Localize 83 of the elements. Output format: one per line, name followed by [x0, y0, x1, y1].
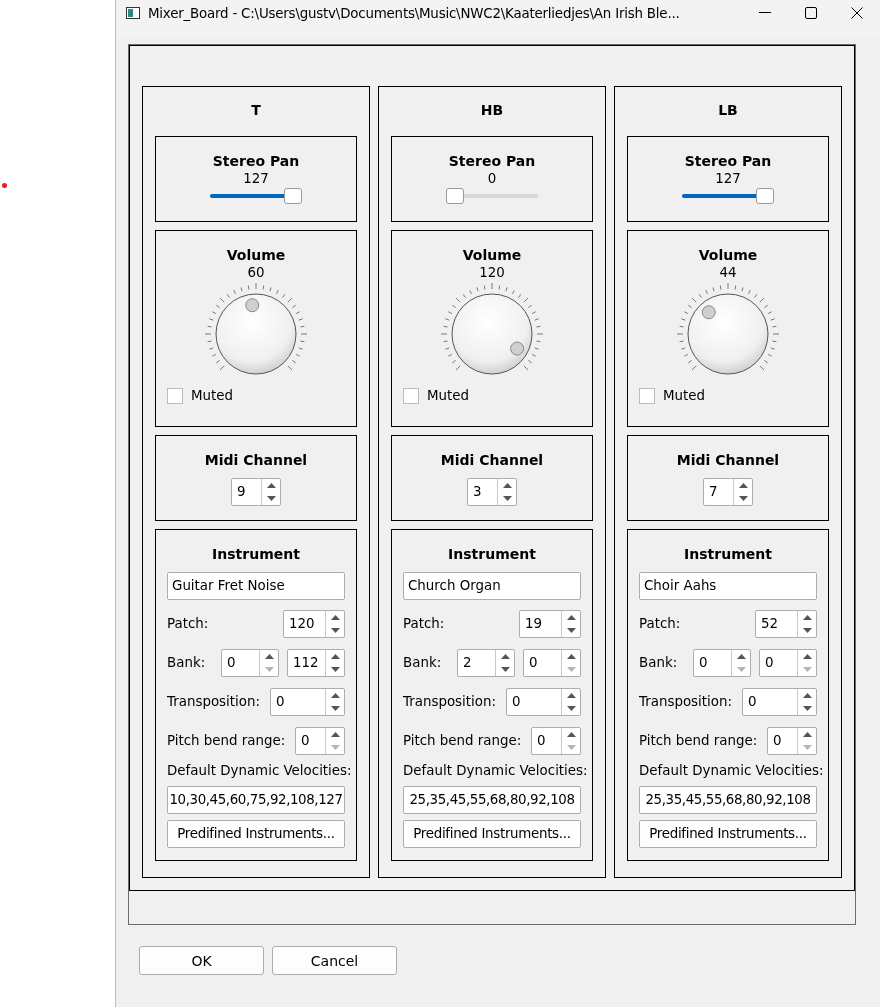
instrument-field[interactable]: Church Organ: [403, 571, 581, 600]
pan-value: 0: [487, 171, 497, 186]
group-heading: Volume: [226, 246, 286, 263]
field-label: Default Dynamic Velocities:: [403, 762, 588, 778]
spin-box[interactable]: 0: [270, 687, 345, 716]
spin-box[interactable]: 120: [283, 609, 345, 638]
spin-box[interactable]: 0: [531, 726, 581, 755]
pan-slider[interactable]: [682, 188, 774, 204]
muted-label: Muted: [663, 388, 706, 404]
pan-slider[interactable]: [210, 188, 302, 204]
spin-box[interactable]: 0: [506, 687, 581, 716]
group-heading: Volume: [698, 246, 758, 263]
field-label: Patch:: [639, 616, 681, 632]
window-title: Mixer_Board - C:\Users\gustv\Documents\Music\NWC2\Kaaterliedjes\An Irish Ble...: [148, 5, 681, 21]
spin-box[interactable]: 0: [295, 726, 345, 755]
cursor-dot: [2, 183, 7, 188]
field-label: Bank:: [403, 655, 442, 671]
spin-box[interactable]: 9: [231, 477, 281, 506]
spin-box[interactable]: 112: [287, 648, 345, 677]
slider-thumb[interactable]: [756, 188, 774, 204]
group-heading: Stereo Pan: [684, 153, 772, 169]
velocities-field[interactable]: 10,30,45,60,75,92,108,127: [167, 785, 345, 814]
spin-box[interactable]: 0: [767, 726, 817, 755]
field-label: Pitch bend range:: [167, 733, 286, 749]
spin-box[interactable]: 0: [523, 648, 581, 677]
field-label: Transposition:: [167, 694, 260, 710]
group-heading: Midi Channel: [440, 451, 544, 468]
slider-thumb[interactable]: [284, 188, 302, 204]
knob-indicator: [510, 341, 525, 356]
field-label: Default Dynamic Velocities:: [639, 762, 824, 778]
spin-box[interactable]: 0: [693, 648, 751, 677]
ok-button[interactable]: OK: [139, 946, 264, 975]
spin-box[interactable]: 2: [457, 648, 515, 677]
field-label: Bank:: [167, 655, 206, 671]
field-label: Transposition:: [639, 694, 732, 710]
predefined-instruments-button[interactable]: Predifined Instruments...: [403, 819, 581, 848]
volume-value: 44: [719, 264, 737, 280]
channel-name: T: [250, 101, 262, 120]
group-heading: Midi Channel: [204, 451, 308, 468]
field-label: Pitch bend range:: [639, 733, 758, 749]
channel-name: HB: [479, 101, 505, 120]
velocities-field[interactable]: 25,35,45,55,68,80,92,108: [639, 785, 817, 814]
instrument-field[interactable]: Guitar Fret Noise: [167, 571, 345, 600]
knob-indicator: [701, 305, 716, 320]
group-heading: Midi Channel: [676, 451, 780, 468]
group-heading: Stereo Pan: [212, 153, 300, 169]
group-heading: Stereo Pan: [448, 153, 536, 169]
predefined-instruments-button[interactable]: Predifined Instruments...: [167, 819, 345, 848]
spin-box[interactable]: 0: [221, 648, 279, 677]
app-icon: [126, 7, 140, 19]
group-heading: Instrument: [448, 545, 536, 562]
pan-slider[interactable]: [446, 188, 538, 204]
velocities-field[interactable]: 25,35,45,55,68,80,92,108: [403, 785, 581, 814]
group-heading: Instrument: [684, 545, 772, 562]
channel-name: LB: [717, 101, 739, 120]
muted-label: Muted: [427, 388, 470, 404]
muted-checkbox[interactable]: [167, 387, 183, 404]
cancel-button[interactable]: Cancel: [272, 946, 397, 975]
pan-value: 127: [715, 171, 741, 186]
field-label: Default Dynamic Velocities:: [167, 762, 352, 778]
spin-box[interactable]: 0: [742, 687, 817, 716]
muted-checkbox[interactable]: [639, 387, 655, 404]
muted-checkbox[interactable]: [403, 387, 419, 404]
instrument-field[interactable]: Choir Aahs: [639, 571, 817, 600]
group-heading: Instrument: [212, 545, 300, 562]
volume-value: 60: [247, 264, 265, 280]
spin-box[interactable]: 52: [755, 609, 817, 638]
group-heading: Volume: [462, 246, 522, 263]
predefined-instruments-button[interactable]: Predifined Instruments...: [639, 819, 817, 848]
spin-box[interactable]: 7: [703, 477, 753, 506]
spin-box[interactable]: 19: [519, 609, 581, 638]
field-label: Bank:: [639, 655, 678, 671]
field-label: Pitch bend range:: [403, 733, 522, 749]
field-label: Patch:: [167, 616, 209, 632]
volume-value: 120: [479, 264, 505, 280]
pan-value: 127: [243, 171, 269, 186]
slider-thumb[interactable]: [446, 188, 464, 204]
knob-indicator: [245, 298, 260, 313]
field-label: Transposition:: [403, 694, 496, 710]
spin-box[interactable]: 3: [467, 477, 517, 506]
field-label: Patch:: [403, 616, 445, 632]
spin-box[interactable]: 0: [759, 648, 817, 677]
muted-label: Muted: [191, 388, 234, 404]
